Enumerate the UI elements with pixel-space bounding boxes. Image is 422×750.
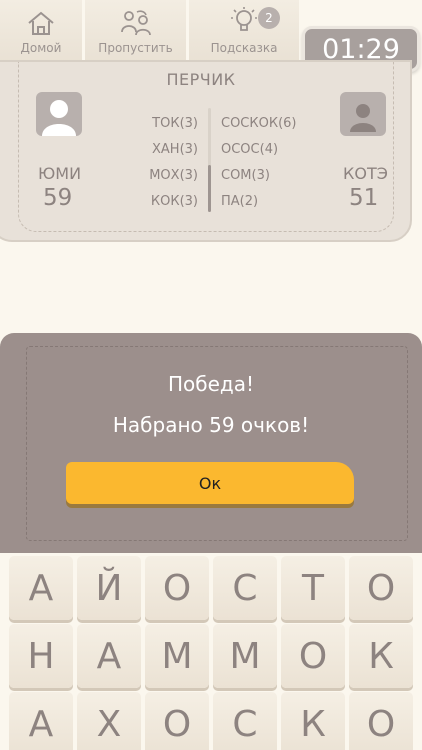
list-item: СОМ(3) — [221, 168, 270, 183]
scroll-indicator — [208, 165, 211, 212]
left-player-avatar — [36, 92, 82, 136]
letter-grid: А Й О С Т О Н А М М О К А Х О С К О — [9, 556, 413, 750]
home-button[interactable]: Домой — [0, 0, 82, 64]
home-icon — [28, 11, 54, 35]
left-player-score: 59 — [43, 185, 73, 211]
letter-tile[interactable]: О — [145, 692, 209, 750]
result-dialog — [0, 333, 422, 553]
ok-button[interactable]: Ок — [66, 462, 354, 504]
top-toolbar: Домой Пропустить Подсказка 2 — [0, 0, 300, 64]
list-item: ОСОС(4) — [221, 142, 279, 157]
right-player-name: КОТЭ — [343, 164, 388, 183]
user-icon — [42, 100, 76, 136]
letter-tile[interactable]: Т — [281, 556, 345, 620]
letter-tile[interactable]: Х — [77, 692, 141, 750]
home-label: Домой — [20, 41, 62, 55]
hint-label: Подсказка — [210, 41, 278, 55]
letter-tile[interactable]: К — [281, 692, 345, 750]
skip-label: Пропустить — [98, 41, 173, 55]
letter-tile[interactable]: Н — [9, 624, 73, 688]
list-item: МОХ(3) — [149, 168, 198, 183]
letter-tile[interactable]: О — [281, 624, 345, 688]
letter-tile[interactable]: О — [349, 692, 413, 750]
left-player-name: ЮМИ — [38, 164, 82, 183]
right-player-score: 51 — [349, 185, 379, 211]
score-board: ПЕРЧИК — [0, 60, 412, 242]
letter-tile[interactable]: О — [145, 556, 209, 620]
hint-count-badge: 2 — [258, 7, 280, 29]
list-item: ТОК(3) — [152, 116, 198, 131]
hint-button[interactable]: Подсказка 2 — [189, 0, 299, 64]
right-words-list: СОСКОК(6) ОСОС(4) СОМ(3) ПА(2) — [221, 111, 297, 215]
list-item: ХАН(3) — [152, 142, 198, 157]
victory-text: Победа! — [167, 372, 254, 396]
current-word: ПЕРЧИК — [166, 70, 236, 89]
letter-tile[interactable]: С — [213, 692, 277, 750]
letter-tile[interactable]: Й — [77, 556, 141, 620]
letter-tile[interactable]: М — [145, 624, 209, 688]
points-text: Набрано 59 очков! — [112, 413, 310, 437]
left-words-list: ТОК(3) ХАН(3) МОХ(3) КОК(3) — [149, 111, 198, 215]
skip-players-icon — [120, 10, 151, 36]
letter-tile[interactable]: О — [349, 556, 413, 620]
letter-tile[interactable]: С — [213, 556, 277, 620]
letter-tile[interactable]: К — [349, 624, 413, 688]
list-item: СОСКОК(6) — [221, 116, 297, 131]
letter-tile[interactable]: А — [9, 556, 73, 620]
lightbulb-icon — [231, 7, 257, 31]
letter-tile[interactable]: М — [213, 624, 277, 688]
skip-button[interactable]: Пропустить — [85, 0, 186, 64]
list-item: КОК(3) — [150, 194, 198, 209]
list-item: ПА(2) — [221, 194, 259, 209]
right-player-avatar — [340, 92, 386, 136]
user-icon — [350, 104, 376, 132]
letter-tile[interactable]: А — [9, 692, 73, 750]
letter-tile[interactable]: А — [77, 624, 141, 688]
